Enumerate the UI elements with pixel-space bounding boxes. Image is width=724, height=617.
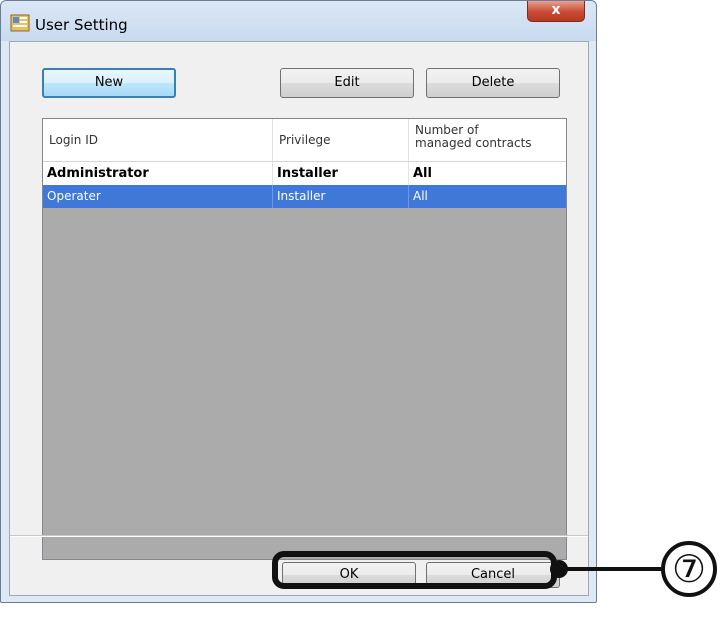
close-icon: x [551,2,561,18]
user-setting-dialog: User Setting x New Edit Delete Login ID … [0,0,597,603]
table-row-selected[interactable]: Operater Installer All [43,185,566,208]
user-list[interactable]: Login ID Privilege Number of managed con… [42,118,567,560]
column-header-login-id[interactable]: Login ID [43,119,273,161]
close-button[interactable]: x [527,1,585,22]
dialog-body: New Edit Delete Login ID Privilege Numbe… [9,41,589,596]
list-header: Login ID Privilege Number of managed con… [43,119,566,162]
cell-login-id: Operater [43,185,273,208]
cell-privilege: Installer [273,185,409,208]
cell-managed-contracts: All [413,166,432,181]
callout-leader-dot [550,560,568,578]
header-line-2: managed contracts [415,136,532,150]
delete-button[interactable]: Delete [426,68,560,98]
callout-number-badge: ⑦ [661,541,717,597]
title-bar[interactable]: User Setting x [1,1,596,41]
new-button[interactable]: New [42,68,176,98]
column-header-privilege[interactable]: Privilege [273,119,409,161]
footer-divider-highlight [10,536,588,537]
table-row[interactable]: Administrator Installer All [43,162,566,185]
cell-privilege: Installer [273,162,409,185]
window-title: User Setting [35,16,128,34]
callout-leader-line [563,567,661,571]
header-line-1: Number of [415,123,479,137]
edit-button[interactable]: Edit [280,68,414,98]
cell-managed-contracts: All [413,189,428,203]
column-header-managed-contracts[interactable]: Number of managed contracts [409,119,566,161]
user-setting-app-icon [10,14,30,32]
cell-login-id: Administrator [43,162,273,185]
ok-cancel-highlight-box [272,551,557,589]
